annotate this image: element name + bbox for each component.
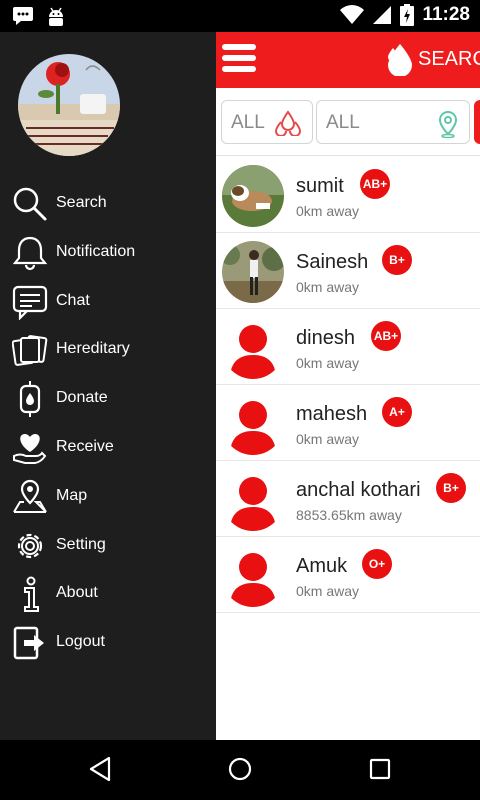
menu-item-label: About: [56, 584, 98, 602]
user-name: sumit: [296, 175, 344, 197]
status-time: 11:28: [422, 4, 470, 25]
search-submit-button[interactable]: [474, 100, 480, 144]
user-distance: 0km away: [296, 583, 360, 599]
menu-item-label: Logout: [56, 633, 105, 651]
default-user-icon: [222, 317, 284, 379]
user-name: mahesh: [296, 403, 368, 425]
blood-group-filter[interactable]: ALL: [221, 100, 313, 144]
home-icon[interactable]: [228, 756, 252, 782]
menu-item-logout[interactable]: Logout: [0, 619, 216, 668]
wifi-icon: [340, 5, 365, 25]
location-filter[interactable]: ALL: [316, 100, 470, 144]
menu-item-hereditary[interactable]: Hereditary: [0, 326, 216, 375]
menu-item-receive[interactable]: Receive: [0, 424, 216, 473]
profile-picture[interactable]: [18, 54, 120, 156]
menu-item-chat[interactable]: Chat: [0, 278, 216, 327]
default-user-icon: [222, 545, 284, 607]
bell-icon: [12, 236, 48, 270]
user-name: Amuk: [296, 555, 348, 577]
default-user-icon: [222, 393, 284, 455]
user-distance: 0km away: [296, 431, 360, 447]
menu-item-map[interactable]: Map: [0, 473, 216, 522]
user-distance: 0km away: [296, 203, 360, 219]
heart-hand-icon: [13, 433, 47, 464]
blood-drops-icon: [274, 110, 302, 136]
menu-hamburger-icon[interactable]: [222, 44, 256, 74]
blood-bag-icon: [19, 381, 41, 418]
chat-notification-icon: [13, 7, 33, 25]
logout-icon: [13, 626, 44, 660]
search-header[interactable]: SEARC: [386, 42, 480, 76]
location-filter-value: ALL: [326, 112, 360, 133]
menu-item-label: Map: [56, 486, 88, 504]
status-bar: 11:28: [0, 0, 480, 32]
location-pin-icon: [438, 110, 458, 138]
menu-item-label: Search: [56, 194, 107, 211]
menu-item-about[interactable]: About: [0, 570, 216, 619]
cards-icon: [12, 335, 48, 367]
user-distance: 8853.65km away: [296, 507, 402, 523]
user-name: dinesh: [296, 327, 355, 349]
avatar: [222, 165, 284, 227]
drawer-menu: Search Notification Chat Hereditary Dona…: [0, 180, 216, 668]
default-user-icon: [222, 469, 284, 531]
signal-icon: [373, 6, 392, 24]
blood-group-badge: B+: [436, 473, 466, 503]
gear-icon: [17, 533, 43, 558]
blood-group-filter-value: ALL: [231, 112, 265, 133]
navigation-drawer: Search Notification Chat Hereditary Dona…: [0, 32, 216, 740]
chat-icon: [12, 285, 48, 320]
android-debug-icon: [49, 7, 63, 26]
user-name: anchal kothari: [296, 479, 421, 501]
blood-group-badge: AB+: [371, 321, 401, 351]
menu-item-label: Hereditary: [56, 340, 130, 358]
menu-item-setting[interactable]: Setting: [0, 522, 216, 571]
user-distance: 0km away: [296, 355, 360, 371]
menu-item-search[interactable]: Search: [0, 180, 216, 229]
user-distance: 0km away: [296, 279, 360, 295]
blood-group-badge: AB+: [360, 169, 390, 199]
recent-apps-icon[interactable]: [368, 756, 392, 782]
menu-item-label: Notification: [56, 242, 136, 260]
avatar: [222, 241, 284, 303]
menu-item-label: Donate: [56, 389, 108, 407]
menu-item-label: Receive: [56, 437, 114, 455]
user-name: Sainesh: [296, 251, 369, 273]
map-pin-icon: [13, 479, 47, 513]
menu-item-label: Chat: [56, 291, 90, 309]
search-title: SEARC: [418, 47, 480, 70]
menu-item-label: Setting: [56, 535, 106, 553]
info-icon: [24, 576, 39, 613]
battery-charging-icon: [400, 4, 415, 26]
blood-group-badge: B+: [382, 245, 412, 275]
blood-group-badge: A+: [382, 397, 412, 427]
search-icon: [13, 187, 47, 221]
menu-item-notification[interactable]: Notification: [0, 229, 216, 278]
system-nav-bar: [0, 740, 480, 800]
menu-item-donate[interactable]: Donate: [0, 375, 216, 424]
blood-drop-icon: [388, 44, 412, 76]
blood-group-badge: O+: [362, 549, 392, 579]
back-icon[interactable]: [88, 756, 112, 782]
